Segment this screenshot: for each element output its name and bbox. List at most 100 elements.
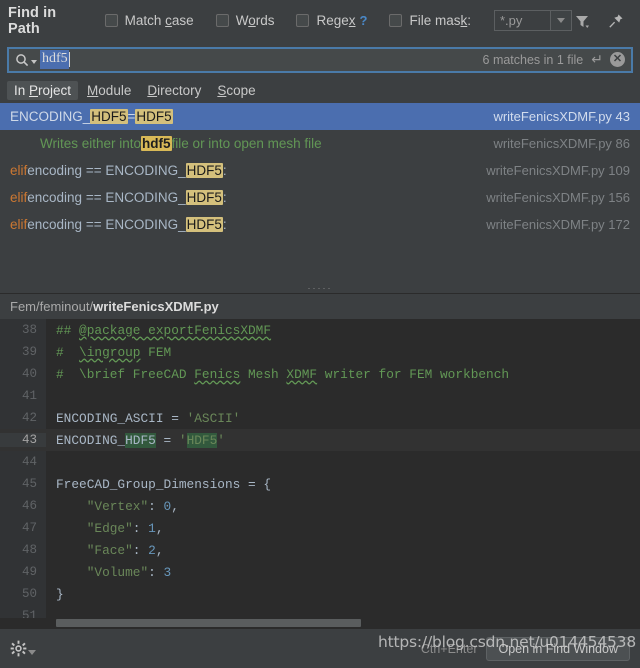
result-row[interactable]: ENCODING_ HDF5 = HDF5 writeFenicsXDMF.py 4… bbox=[0, 103, 640, 130]
scope-tab-module[interactable]: Module bbox=[80, 81, 138, 100]
watermark-text: https://blog.csdn.net/u014454538 bbox=[378, 633, 636, 651]
line-number: 45 bbox=[0, 477, 46, 491]
code-line[interactable]: 45 FreeCAD_Group_Dimensions = { bbox=[0, 473, 640, 495]
text-fragment: = bbox=[127, 109, 136, 124]
code-line[interactable]: 41 bbox=[0, 385, 640, 407]
code-fragment: @package exportFenicsXDMF bbox=[79, 322, 272, 338]
match-case-checkbox[interactable] bbox=[104, 14, 118, 27]
file-mask-value[interactable]: *.py bbox=[494, 10, 550, 31]
text-fragment: elif bbox=[10, 190, 28, 205]
code-fragment: ENCODING_ASCII = bbox=[56, 410, 187, 426]
gear-dropdown-arrow[interactable] bbox=[28, 650, 36, 655]
gear-icon[interactable] bbox=[10, 640, 36, 657]
match-highlight: HDF5 bbox=[90, 109, 128, 124]
regex-help-icon[interactable]: ? bbox=[360, 13, 368, 28]
pin-icon[interactable] bbox=[606, 11, 626, 31]
line-number: 47 bbox=[0, 521, 46, 535]
scope-tab-directory[interactable]: Directory bbox=[140, 81, 208, 100]
code-line[interactable]: 42 ENCODING_ASCII = 'ASCII' bbox=[0, 407, 640, 429]
match-highlight: HDF5 bbox=[185, 163, 223, 178]
line-number: 43 bbox=[0, 433, 46, 447]
result-text: elif encoding == ENCODING_ HDF5: bbox=[10, 163, 227, 178]
code-fragment: writer for FEM workbench bbox=[317, 366, 510, 382]
regex-label: Regex bbox=[316, 13, 356, 28]
code-line[interactable]: 47 "Edge": 1, bbox=[0, 517, 640, 539]
code-preview: 38 ## @package exportFenicsXDMF 39 # \ingro… bbox=[0, 319, 640, 628]
code-line[interactable]: 49 "Volume": 3 bbox=[0, 561, 640, 583]
file-mask-checkbox[interactable] bbox=[389, 14, 403, 27]
file-mask-dropdown-arrow[interactable] bbox=[550, 10, 572, 31]
scope-tab-in-project[interactable]: In Project bbox=[7, 81, 79, 100]
code-line[interactable]: 40 # \brief FreeCAD Fenics Mesh XDMF writ… bbox=[0, 363, 640, 385]
code-fragment: ENCODING_ bbox=[56, 432, 126, 448]
code-fragment: "Volume" bbox=[86, 564, 149, 580]
result-location: writeFenicsXDMF.py 156 bbox=[486, 190, 630, 205]
breadcrumb-file: writeFenicsXDMF.py bbox=[93, 299, 219, 314]
code-line[interactable]: 50} bbox=[0, 583, 640, 605]
match-case-label: Match case bbox=[124, 13, 194, 28]
code-line[interactable]: 38 ## @package exportFenicsXDMF bbox=[0, 319, 640, 341]
code-text: "Volume": 3 bbox=[46, 565, 171, 580]
horizontal-scrollbar[interactable] bbox=[0, 618, 640, 628]
result-row[interactable]: elif encoding == ENCODING_ HDF5: writeFeni… bbox=[0, 157, 640, 184]
code-fragment: 1 bbox=[148, 520, 156, 536]
option-regex[interactable]: Regex ? bbox=[296, 13, 367, 28]
result-location: writeFenicsXDMF.py 86 bbox=[493, 136, 630, 151]
code-line[interactable]: 43 ENCODING_HDF5 = 'HDF5' bbox=[0, 429, 640, 451]
words-checkbox[interactable] bbox=[215, 14, 229, 27]
code-fragment: Mesh bbox=[240, 366, 287, 382]
code-text: "Face": 2, bbox=[46, 543, 164, 558]
match-highlight: HDF5 bbox=[185, 217, 223, 232]
results-list[interactable]: ENCODING_ HDF5 = HDF5 writeFenicsXDMF.py 4… bbox=[0, 103, 640, 283]
code-fragment: = bbox=[155, 432, 179, 448]
result-row[interactable]: elif encoding == ENCODING_ HDF5: writeFeni… bbox=[0, 211, 640, 238]
line-number: 42 bbox=[0, 411, 46, 425]
result-location: writeFenicsXDMF.py 109 bbox=[486, 163, 630, 178]
scope-tab-scope[interactable]: Scope bbox=[210, 81, 262, 100]
option-file-mask[interactable]: File mask: bbox=[389, 13, 471, 28]
result-location: writeFenicsXDMF.py 43 bbox=[493, 109, 630, 124]
code-line[interactable]: 48 "Face": 2, bbox=[0, 539, 640, 561]
filter-icon[interactable] bbox=[572, 11, 592, 31]
splitter-grip-icon: ····· bbox=[307, 283, 333, 293]
regex-checkbox[interactable] bbox=[296, 14, 310, 27]
code-line[interactable]: 44 bbox=[0, 451, 640, 473]
code-text: "Edge": 1, bbox=[46, 521, 164, 536]
code-fragment bbox=[56, 499, 87, 514]
option-words[interactable]: Words bbox=[215, 13, 274, 28]
file-mask-label: File mask: bbox=[409, 13, 471, 28]
code-fragment: : bbox=[148, 498, 164, 514]
code-fragment: 'ASCII' bbox=[186, 410, 241, 426]
line-number: 44 bbox=[0, 455, 46, 469]
page-title: Find in Path bbox=[8, 4, 57, 37]
match-highlight: HDF5 bbox=[125, 432, 156, 448]
result-row[interactable]: Writes either into hdf5 file or into ope… bbox=[0, 130, 640, 157]
code-fragment: 2 bbox=[148, 542, 156, 558]
code-line[interactable]: 39 # \ingroup FEM bbox=[0, 341, 640, 363]
code-line[interactable]: 51 bbox=[0, 605, 640, 618]
search-query-text[interactable]: hdf5 bbox=[40, 50, 69, 69]
code-text: ## @package exportFenicsXDMF bbox=[46, 323, 271, 338]
text-fragment: : bbox=[222, 190, 227, 205]
code-text: "Vertex": 0, bbox=[46, 499, 179, 514]
result-row[interactable]: elif encoding == ENCODING_ HDF5: writeFeni… bbox=[0, 184, 640, 211]
line-number: 39 bbox=[0, 345, 46, 359]
splitter-handle[interactable]: ····· bbox=[0, 283, 640, 294]
code-text: # \brief FreeCAD Fenics Mesh XDMF writer… bbox=[46, 367, 509, 382]
search-icon[interactable] bbox=[15, 53, 37, 67]
search-input[interactable]: hdf5 6 matches in 1 file ↵ ✕ bbox=[7, 46, 633, 73]
code-line[interactable]: 46 "Vertex": 0, bbox=[0, 495, 640, 517]
code-text: ENCODING_HDF5 = 'HDF5' bbox=[46, 432, 225, 448]
code-fragment bbox=[56, 543, 87, 558]
option-match-case[interactable]: Match case bbox=[104, 13, 194, 28]
line-number: 50 bbox=[0, 587, 46, 601]
match-highlight: HDF5 bbox=[186, 432, 218, 448]
code-lines[interactable]: 38 ## @package exportFenicsXDMF 39 # \ingro… bbox=[0, 319, 640, 618]
search-bar: hdf5 6 matches in 1 file ↵ ✕ bbox=[0, 41, 640, 78]
code-fragment bbox=[56, 521, 87, 536]
clear-icon[interactable]: ✕ bbox=[610, 52, 625, 67]
match-highlight: HDF5 bbox=[135, 109, 173, 124]
scrollbar-thumb[interactable] bbox=[56, 619, 361, 627]
line-number: 41 bbox=[0, 389, 46, 403]
file-mask-combobox[interactable]: *.py bbox=[494, 10, 572, 31]
